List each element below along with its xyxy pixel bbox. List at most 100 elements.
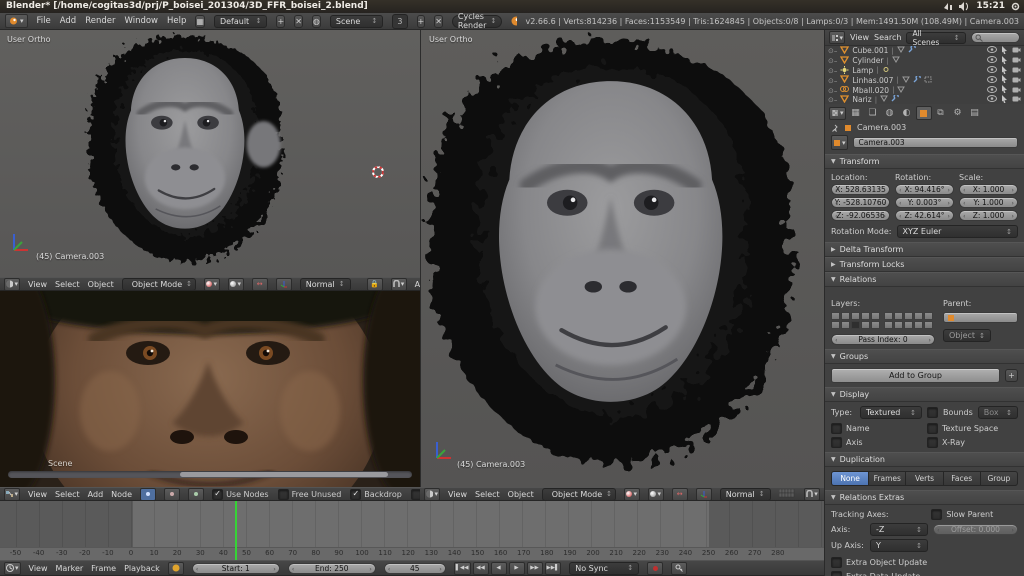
parent-field[interactable] [943, 312, 1018, 323]
layer-cell[interactable] [851, 321, 860, 329]
visibility-icon[interactable] [987, 86, 997, 95]
menu-select[interactable]: Select [475, 490, 500, 499]
outliner-item-lamp[interactable]: ⊙–Lamp| [825, 66, 1024, 76]
expander-icon[interactable]: ⊙– [828, 86, 837, 95]
node-hscrollbar[interactable] [8, 471, 412, 478]
layer-cell[interactable] [924, 312, 933, 320]
node-editor-canvas[interactable]: Scene [0, 291, 420, 487]
manipulator-axis-button[interactable] [696, 488, 712, 501]
renderability-icon[interactable] [1012, 46, 1021, 55]
viewport-3d-right[interactable]: User Ortho (45) Camera.003 [420, 30, 824, 487]
location-field[interactable]: ‹Z: -92.06536› [831, 210, 890, 221]
timeline-ruler[interactable]: -50-40-30-20-100102030405060708090100110… [0, 547, 824, 560]
menu-playback[interactable]: Playback [124, 564, 160, 573]
editor-type-button[interactable]: ▾ [4, 562, 21, 575]
scene-users-badge[interactable]: 3 [392, 14, 407, 29]
preview-range-button[interactable] [168, 562, 184, 575]
delete-scene-button[interactable]: ✕ [434, 15, 443, 28]
layer-cell[interactable] [914, 321, 923, 329]
menu-frame[interactable]: Frame [91, 564, 116, 573]
outliner-item-cylinder[interactable]: ⊙–Cylinder| [825, 56, 1024, 66]
network-icon[interactable] [943, 2, 953, 11]
tab-data[interactable]: ▤ [967, 106, 983, 120]
scale-field[interactable]: ‹X: 1.000› [959, 184, 1018, 195]
volume-icon[interactable] [959, 2, 970, 11]
layers-grid-a[interactable] [831, 312, 880, 329]
expander-icon[interactable]: ⊙– [828, 76, 837, 85]
layer-cell[interactable] [831, 321, 840, 329]
menu-object[interactable]: Object [508, 490, 534, 499]
bounds-type-select[interactable]: Box↕ [978, 406, 1018, 419]
panel-duplication[interactable]: ▼Duplication [825, 452, 1024, 467]
menu-add[interactable]: Add [60, 16, 76, 26]
editor-type-button[interactable]: ▾ [424, 488, 440, 501]
extra-object-update-checkbox[interactable] [831, 557, 842, 568]
editor-type-button[interactable]: ▾ [4, 278, 20, 291]
xray-checkbox[interactable] [927, 437, 938, 448]
object-name-input[interactable]: Camera.003 [853, 137, 1018, 148]
current-frame-field[interactable]: ‹45› [384, 563, 446, 574]
editor-type-button[interactable]: ▾ [829, 31, 845, 44]
outliner-item-linhas-007[interactable]: ⊙–Linhas.007| [825, 75, 1024, 85]
sync-select[interactable]: No Sync↕ [569, 562, 639, 575]
layer-cell[interactable] [851, 312, 860, 320]
layer-cell[interactable] [904, 312, 913, 320]
tab-modifiers[interactable]: ⚙ [950, 106, 966, 120]
viewport-shading-button[interactable]: ▾ [204, 278, 220, 291]
snap-magnet-button[interactable]: ▾ [804, 488, 820, 501]
add-layout-button[interactable]: + [276, 15, 285, 28]
menu-marker[interactable]: Marker [56, 564, 84, 573]
session-gear-icon[interactable] [1011, 2, 1020, 11]
rotation-field[interactable]: ‹Z: 42.614°› [895, 210, 954, 221]
outliner-search-input[interactable] [971, 32, 1020, 43]
menu-render[interactable]: Render [85, 16, 115, 26]
play-reverse-button[interactable]: ◀ [491, 562, 507, 575]
layer-cell[interactable] [914, 312, 923, 320]
expander-icon[interactable]: ⊙– [828, 66, 837, 75]
viewport-3d-top-left[interactable]: User Ortho (45) Camera.003 [0, 30, 420, 277]
selectability-icon[interactable] [1001, 75, 1008, 85]
orientation-select[interactable]: Normal↕ [300, 278, 351, 291]
menu-view[interactable]: View [448, 490, 467, 499]
panel-groups[interactable]: ▼Groups [825, 349, 1024, 364]
layers-widget[interactable] [779, 489, 796, 499]
extra-data-update-checkbox[interactable] [831, 571, 842, 576]
scene-icon[interactable]: ◍ [312, 15, 321, 28]
menu-select[interactable]: Select [55, 490, 80, 499]
render-engine-select[interactable]: Cycles Render↕ [452, 15, 502, 28]
location-field[interactable]: ‹X: 528.63135› [831, 184, 890, 195]
bounds-checkbox[interactable] [927, 407, 938, 418]
panel-relations-extras[interactable]: ▼Relations Extras [825, 490, 1024, 505]
outliner-item-mball-020[interactable]: ⊙–Mball.020| [825, 85, 1024, 95]
layer-cell[interactable] [871, 321, 880, 329]
mode-select[interactable]: Object Mode↕ [542, 488, 616, 501]
timeline-editor[interactable]: -50-40-30-20-100102030405060708090100110… [0, 501, 824, 560]
pivot-center-button[interactable]: ▾ [648, 488, 664, 501]
layer-cell[interactable] [924, 321, 933, 329]
menu-select[interactable]: Select [55, 280, 80, 289]
tab-render[interactable]: ▦ [848, 106, 864, 120]
manipulator-axis-button[interactable] [276, 278, 292, 291]
menu-view[interactable]: View [29, 564, 48, 573]
selectability-icon[interactable] [1001, 66, 1008, 76]
toggle-backdrop[interactable]: ✓Backdrop [350, 489, 402, 500]
menu-view[interactable]: View [28, 490, 47, 499]
renderability-icon[interactable] [1012, 66, 1021, 75]
selectability-icon[interactable] [1001, 56, 1008, 66]
scale-field[interactable]: ‹Y: 1.000› [959, 197, 1018, 208]
tab-constraints[interactable]: ⧉ [933, 106, 949, 120]
selectability-icon[interactable] [1001, 46, 1008, 56]
add-to-group-button[interactable]: Add to Group [831, 368, 1000, 383]
os-titlebar[interactable]: Blender* [/home/cogitas3d/prj/P_boisei_2… [0, 0, 1024, 13]
next-keyframe-button[interactable]: ▶▶ [527, 562, 543, 575]
tracking-axis-select[interactable]: -Z↕ [870, 523, 928, 536]
tab-render-layers[interactable]: ❏ [865, 106, 881, 120]
texture-nodes-button[interactable] [188, 488, 204, 501]
renderability-icon[interactable] [1012, 56, 1021, 65]
duplication-frames[interactable]: Frames [869, 471, 906, 486]
lock-to-scene-button[interactable]: 🔒 [367, 278, 383, 291]
checkbox[interactable] [278, 489, 289, 500]
new-group-button[interactable]: + [1005, 369, 1018, 382]
tab-scene[interactable]: ◍ [882, 106, 898, 120]
up-axis-select[interactable]: Y↕ [870, 539, 928, 552]
